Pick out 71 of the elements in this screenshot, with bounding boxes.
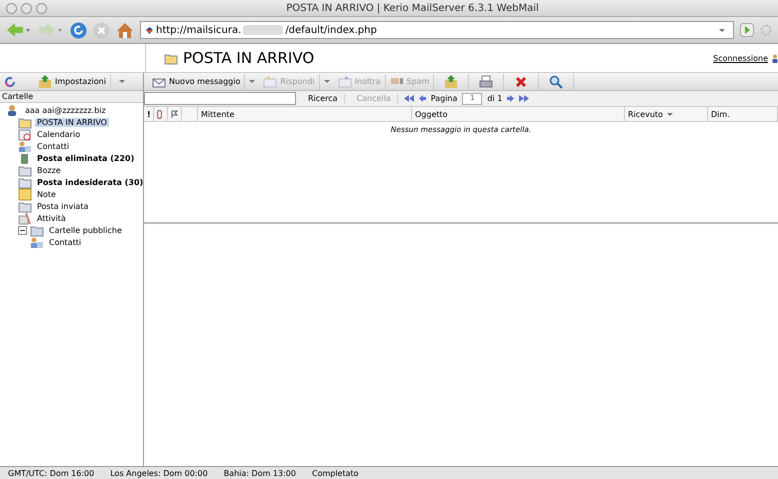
folder-item[interactable]: Posta eliminata (220) [35,154,136,162]
folders-heading: Cartelle [0,91,143,103]
status-text: GMT/UTC: Dom 16:00 [8,468,94,478]
folder-arrow-icon [444,74,458,88]
folder-item[interactable]: Posta indesiderata (30) [35,178,146,186]
printer-icon [479,74,494,88]
folder-item[interactable]: POSTA IN ARRIVO [35,118,109,126]
search-field[interactable] [144,92,296,105]
previous-page-icon[interactable] [418,95,426,102]
folder-item[interactable]: Cartelle pubbliche [47,226,124,234]
search-button[interactable]: Ricerca [302,94,345,103]
close-window-button[interactable] [6,2,17,14]
toolbar-button[interactable]: Nuovo messaggio [148,74,246,90]
page-total: di 1 [487,94,502,103]
zoom-window-button[interactable] [36,2,47,14]
folder-icon [30,224,44,236]
folder-item[interactable]: Posta inviata [35,202,90,210]
status-text: Bahia: Dom 13:00 [224,468,296,478]
people-icon [30,236,44,248]
folder-icon [18,176,32,188]
people-icon [18,140,32,152]
folder-arrow-icon [38,74,52,88]
address-field[interactable]: http://mailsicura. /default/index.php [140,21,734,39]
flag-icon [171,110,178,118]
folder-item[interactable]: Note [35,190,58,198]
search-icon [549,74,564,88]
logout-link[interactable]: Sconnessione [713,54,768,62]
home-icon[interactable] [116,22,134,38]
column-header[interactable]: Dim. [708,107,778,121]
folder-icon [164,52,178,64]
folder-item[interactable]: Attività [35,214,68,222]
minimize-window-button[interactable] [21,2,32,14]
folder-title: POSTA IN ARRIVO [183,49,314,67]
next-page-icon[interactable] [507,95,514,102]
person-icon [772,54,778,62]
forward-envelope-icon [338,74,352,88]
window-title: POSTA IN ARRIVO | Kerio MailServer 6.3.1 WebMail [285,2,540,14]
dropdown-caret-icon[interactable] [719,28,725,32]
folder-item[interactable]: Contatti [47,238,84,246]
folder-item[interactable]: aaa aai@zzzzzzz.biz [23,106,108,114]
refresh-icon[interactable] [4,76,16,88]
status-text: Completato [312,468,359,478]
folder-icon [18,116,32,128]
column-header[interactable]: Ricevuto [628,110,663,118]
note-icon [18,188,32,200]
column-header[interactable]: Mittente [198,107,412,121]
folder-item[interactable]: Bozze [35,166,63,174]
folder-icon [18,200,32,212]
delete-icon [514,74,528,88]
column-header[interactable]: Oggetto [412,107,625,121]
reload-icon[interactable] [70,22,87,38]
reply-envelope-icon [263,74,278,88]
folder-item[interactable]: Calendario [35,130,82,138]
spinner-icon [760,24,772,36]
calendar-icon [18,128,32,140]
last-page-icon[interactable] [519,95,530,102]
folder-item[interactable]: Contatti [35,142,72,150]
dropdown-caret-icon[interactable] [249,80,256,83]
go-icon[interactable] [740,23,754,37]
priority-column-header[interactable]: ! [144,107,154,121]
url-text: /default/index.php [285,24,377,36]
page-label: Pagina [430,94,458,103]
paperclip-icon [157,110,162,118]
collapse-toggle-icon[interactable] [18,226,27,234]
first-page-icon[interactable] [404,95,414,102]
folder-icon [18,164,32,176]
sort-caret-icon [666,112,673,116]
status-text: Los Angeles: Dom 00:00 [110,468,208,478]
url-text: http://mailsicura. [156,24,242,36]
site-icon [145,26,154,34]
dropdown-caret-icon[interactable] [118,80,125,83]
